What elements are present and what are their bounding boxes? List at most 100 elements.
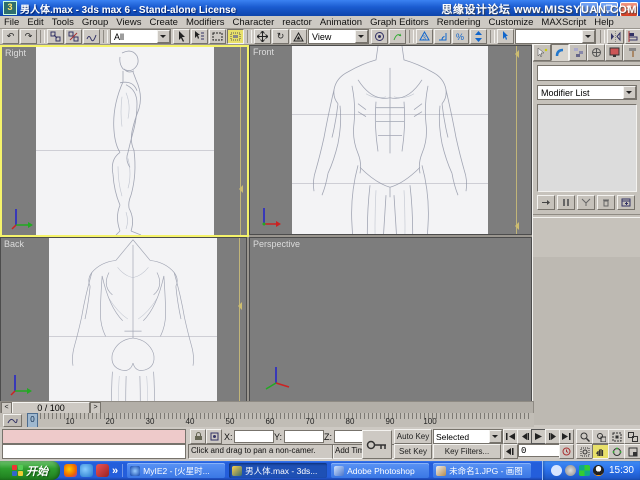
go-to-start-icon[interactable] — [503, 429, 518, 444]
menu-views[interactable]: Views — [112, 17, 145, 28]
modifier-list-dropdown[interactable]: Modifier List — [537, 85, 637, 100]
tab-create[interactable] — [533, 44, 551, 61]
maxscript-listener-line[interactable] — [2, 444, 186, 459]
quicklaunch-media-player-icon[interactable] — [64, 464, 77, 477]
play-icon[interactable] — [531, 429, 546, 444]
use-pivot-center-icon[interactable] — [371, 29, 388, 44]
selection-filter-dropdown[interactable]: All — [110, 29, 171, 44]
menu-reactor[interactable]: reactor — [278, 17, 316, 28]
key-mode-toggle-icon[interactable] — [503, 444, 518, 459]
time-configuration-icon[interactable] — [559, 444, 574, 459]
show-end-result-icon[interactable] — [557, 195, 575, 210]
bind-spacewarp-icon[interactable] — [83, 29, 100, 44]
rect-selection-region-icon[interactable] — [209, 29, 226, 44]
undo-icon[interactable]: ↶ — [2, 29, 19, 44]
next-frame-icon[interactable] — [545, 429, 560, 444]
dropdown-arrow-icon[interactable] — [623, 86, 636, 99]
configure-modifier-sets-icon[interactable] — [617, 195, 635, 210]
go-to-end-icon[interactable] — [559, 429, 574, 444]
lock-selection-icon[interactable] — [190, 429, 206, 444]
angle-snap-icon[interactable] — [434, 29, 451, 44]
tab-motion[interactable] — [587, 44, 605, 61]
unlink-icon[interactable] — [65, 29, 82, 44]
tab-hierarchy[interactable] — [569, 44, 587, 61]
quicklaunch-overflow-chevron[interactable]: » — [112, 465, 118, 477]
modifier-stack-list[interactable] — [537, 104, 637, 192]
select-object-icon[interactable] — [173, 29, 190, 44]
viewport-front[interactable]: Front — [249, 45, 532, 235]
align-icon[interactable] — [625, 29, 640, 44]
select-rotate-icon[interactable]: ↻ — [272, 29, 289, 44]
track-bar[interactable]: 0 10 20 30 40 50 60 70 80 90 100 — [0, 413, 534, 428]
set-key-button[interactable]: Set Key — [394, 444, 432, 459]
prev-frame-icon[interactable] — [517, 429, 532, 444]
viewport-back-label[interactable]: Back — [4, 239, 24, 249]
taskbar-item-photoshop[interactable]: Adobe Photoshop — [331, 463, 429, 478]
dropdown-arrow-icon[interactable] — [489, 430, 502, 443]
dropdown-arrow-icon[interactable] — [582, 30, 595, 43]
maxscript-macro-line[interactable] — [2, 429, 186, 444]
reference-plane-right[interactable] — [36, 47, 214, 235]
select-link-icon[interactable] — [47, 29, 64, 44]
tab-modify[interactable] — [551, 44, 569, 61]
quicklaunch-ie-icon[interactable] — [80, 464, 93, 477]
make-unique-icon[interactable] — [577, 195, 595, 210]
window-crossing-icon[interactable] — [227, 29, 244, 44]
named-selection-sets-dropdown[interactable] — [515, 29, 596, 44]
menu-maxscript[interactable]: MAXScript — [537, 17, 590, 28]
menu-help[interactable]: Help — [590, 17, 618, 28]
arc-rotate-icon[interactable] — [608, 444, 625, 459]
current-frame-marker[interactable]: 0 — [27, 413, 38, 428]
viewport-right[interactable]: Right — [0, 45, 249, 237]
viewport-front-label[interactable]: Front — [253, 47, 274, 57]
mirror-icon[interactable] — [607, 29, 624, 44]
menu-animation[interactable]: Animation — [316, 17, 366, 28]
menu-customize[interactable]: Customize — [485, 17, 538, 28]
tab-display[interactable] — [605, 44, 623, 61]
select-move-icon[interactable] — [254, 29, 271, 44]
reference-plane-back[interactable] — [49, 238, 217, 401]
reference-plane-front[interactable] — [292, 46, 488, 234]
current-frame-field[interactable] — [518, 444, 560, 457]
dropdown-arrow-icon[interactable] — [355, 30, 368, 43]
tray-volume-icon[interactable] — [565, 465, 576, 476]
tray-input-method-icon[interactable] — [579, 465, 590, 476]
zoom-extents-all-icon[interactable] — [624, 429, 640, 444]
y-coord-field[interactable] — [284, 430, 324, 443]
percent-snap-icon[interactable]: % — [452, 29, 469, 44]
auto-key-button[interactable]: Auto Key — [394, 429, 432, 444]
menu-tools[interactable]: Tools — [48, 17, 78, 28]
named-sets-icon[interactable] — [497, 29, 514, 44]
taskbar-item-paint[interactable]: 未命名1.JPG - 画图 — [433, 463, 531, 478]
dropdown-arrow-icon[interactable] — [157, 30, 170, 43]
viewport-back[interactable]: Back — [0, 237, 247, 402]
pin-stack-icon[interactable] — [537, 195, 555, 210]
viewport-right-label[interactable]: Right — [5, 48, 26, 58]
reference-coordinate-dropdown[interactable]: View — [308, 29, 369, 44]
start-button[interactable]: 开始 — [0, 461, 60, 480]
key-filter-dropdown[interactable]: Selected — [433, 429, 503, 444]
menu-graph-editors[interactable]: Graph Editors — [366, 17, 433, 28]
redo-icon[interactable]: ↷ — [20, 29, 37, 44]
object-name-field[interactable] — [537, 65, 640, 81]
tab-utilities[interactable] — [623, 44, 640, 61]
quicklaunch-app-icon[interactable] — [96, 464, 109, 477]
taskbar-item-myie2[interactable]: MyIE2 - [火星时... — [127, 463, 225, 478]
select-manipulate-icon[interactable] — [389, 29, 406, 44]
menu-file[interactable]: File — [0, 17, 23, 28]
menu-create[interactable]: Create — [145, 17, 182, 28]
absolute-offset-toggle-icon[interactable] — [206, 429, 222, 444]
tray-ime-icon[interactable] — [551, 465, 562, 476]
min-max-toggle-icon[interactable] — [624, 444, 640, 459]
spinner-snap-icon[interactable] — [470, 29, 487, 44]
viewport-perspective[interactable]: Perspective — [249, 237, 532, 402]
menu-modifiers[interactable]: Modifiers — [182, 17, 229, 28]
select-by-name-icon[interactable] — [191, 29, 208, 44]
key-filters-button[interactable]: Key Filters... — [433, 444, 501, 459]
viewport-perspective-label[interactable]: Perspective — [253, 239, 300, 249]
remove-modifier-icon[interactable] — [597, 195, 615, 210]
taskbar-item-3dsmax[interactable]: 男人体.max - 3ds... — [229, 463, 327, 478]
mini-curve-editor-button[interactable] — [3, 414, 22, 427]
snap-toggle-icon[interactable]: 3 — [416, 29, 433, 44]
zoom-extents-icon[interactable] — [608, 429, 625, 444]
